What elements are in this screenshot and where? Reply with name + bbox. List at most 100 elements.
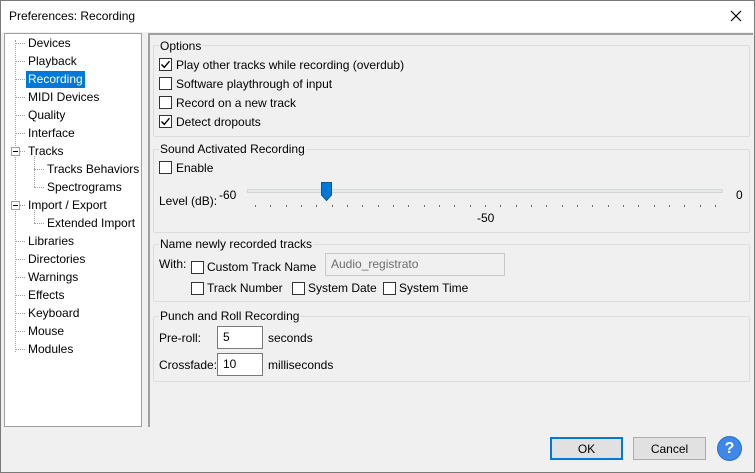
slider-tick <box>285 205 287 207</box>
crossfade-input[interactable]: 10 <box>217 353 263 376</box>
checkmark-icon <box>161 60 171 69</box>
slider-tick <box>561 205 563 207</box>
track-number-label[interactable]: Track Number <box>207 281 283 295</box>
tree-item-extended-import[interactable]: Extended Import <box>45 215 137 232</box>
tree-connector <box>15 43 25 44</box>
with-label: With: <box>159 257 187 271</box>
tree-item-recording[interactable]: Recording <box>26 71 85 88</box>
level-slider-thumb[interactable] <box>320 182 332 202</box>
slider-tick <box>301 205 302 207</box>
detect-dropouts-label[interactable]: Detect dropouts <box>176 115 261 129</box>
slider-tick <box>607 205 609 207</box>
tree-item-keyboard[interactable]: Keyboard <box>26 305 81 322</box>
crossfade-unit: milliseconds <box>268 358 334 372</box>
naming-title: Name newly recorded tracks <box>159 237 314 251</box>
tree-connector <box>15 61 25 62</box>
ok-button[interactable]: OK <box>550 437 623 460</box>
options-group-title: Options <box>159 39 203 53</box>
tree-item-tracks-behaviors[interactable]: Tracks Behaviors <box>45 161 141 178</box>
settings-panel: Options Play other tracks while recordin… <box>148 33 753 427</box>
collapse-icon[interactable] <box>11 201 20 210</box>
tree-connector <box>15 40 16 352</box>
overdub-label[interactable]: Play other tracks while recording (overd… <box>176 58 404 72</box>
software-playthrough-label[interactable]: Software playthrough of input <box>176 77 332 91</box>
close-icon[interactable] <box>721 5 751 27</box>
tree-item-import-export[interactable]: Import / Export <box>26 197 109 214</box>
tree-item-directories[interactable]: Directories <box>26 251 87 268</box>
track-number-checkbox[interactable] <box>191 282 204 295</box>
category-tree[interactable]: Devices Playback Recording MIDI Devices … <box>4 33 142 427</box>
system-time-checkbox[interactable] <box>383 282 396 295</box>
tree-connector <box>15 241 25 242</box>
preroll-input[interactable]: 5 <box>217 326 263 349</box>
slider-tick <box>699 205 701 207</box>
tree-item-interface[interactable]: Interface <box>26 125 77 142</box>
tree-connector <box>15 259 25 260</box>
preferences-window: Preferences: Recording Devices Playback <box>0 0 755 473</box>
tree-connector <box>34 156 35 187</box>
slider-tick <box>377 205 379 207</box>
cancel-button[interactable]: Cancel <box>633 437 706 460</box>
overdub-checkbox[interactable] <box>159 58 172 71</box>
slider-tick <box>393 205 394 207</box>
tree-item-modules[interactable]: Modules <box>26 341 75 358</box>
tree-connector <box>15 115 25 116</box>
tree-connector <box>34 187 44 188</box>
record-new-track-checkbox[interactable] <box>159 96 172 109</box>
detect-dropouts-checkbox[interactable] <box>159 115 172 128</box>
tree-item-mouse[interactable]: Mouse <box>26 323 66 340</box>
crossfade-label: Crossfade: <box>159 358 218 372</box>
custom-track-name-checkbox[interactable] <box>191 261 204 274</box>
slider-tick <box>515 205 517 207</box>
slider-tick <box>423 205 425 207</box>
tree-connector <box>15 133 25 134</box>
system-date-label[interactable]: System Date <box>308 281 377 295</box>
level-min-label: -60 <box>219 188 237 202</box>
slider-tick <box>347 205 348 207</box>
tree-item-playback[interactable]: Playback <box>26 53 79 70</box>
slider-tick <box>454 205 456 207</box>
system-time-label[interactable]: System Time <box>399 281 468 295</box>
tree-item-libraries[interactable]: Libraries <box>26 233 76 250</box>
slider-tick <box>500 205 502 207</box>
tree-item-warnings[interactable]: Warnings <box>26 269 80 286</box>
slider-tick <box>653 205 655 207</box>
slider-tick <box>469 205 471 207</box>
tree-item-spectrograms[interactable]: Spectrograms <box>45 179 124 196</box>
slider-tick <box>439 205 440 207</box>
slider-tick <box>592 205 594 207</box>
sound-activated-title: Sound Activated Recording <box>159 142 306 156</box>
record-new-track-label[interactable]: Record on a new track <box>176 96 296 110</box>
slider-tick <box>316 205 318 207</box>
slider-tick <box>485 205 486 207</box>
tree-item-quality[interactable]: Quality <box>26 107 67 124</box>
tree-connector <box>15 331 25 332</box>
custom-track-name-input[interactable]: Audio_registrato <box>325 253 505 276</box>
window-title: Preferences: Recording <box>9 9 136 23</box>
preroll-unit: seconds <box>268 331 313 345</box>
level-slider-track[interactable] <box>247 189 723 193</box>
level-label: Level (dB): <box>159 194 218 208</box>
enable-label[interactable]: Enable <box>176 161 213 175</box>
tree-connector <box>15 295 25 296</box>
slider-tick <box>408 205 410 207</box>
custom-track-name-label[interactable]: Custom Track Name <box>207 260 316 274</box>
slider-tick <box>669 205 670 207</box>
tree-connector <box>15 349 25 350</box>
level-max-label: 0 <box>736 188 743 202</box>
software-playthrough-checkbox[interactable] <box>159 77 172 90</box>
level-value-label: -50 <box>477 211 495 225</box>
tree-item-tracks[interactable]: Tracks <box>26 143 66 160</box>
tree-item-midi-devices[interactable]: MIDI Devices <box>26 89 101 106</box>
slider-tick <box>270 205 272 207</box>
slider-tick <box>623 205 624 207</box>
tree-item-effects[interactable]: Effects <box>26 287 66 304</box>
system-date-checkbox[interactable] <box>292 282 305 295</box>
tree-item-devices[interactable]: Devices <box>26 35 73 52</box>
title-bar: Preferences: Recording <box>1 1 754 32</box>
collapse-icon[interactable] <box>11 147 20 156</box>
slider-tick <box>331 205 333 207</box>
help-icon[interactable]: ? <box>717 436 742 461</box>
checkmark-icon <box>161 117 171 126</box>
enable-checkbox[interactable] <box>159 161 172 174</box>
